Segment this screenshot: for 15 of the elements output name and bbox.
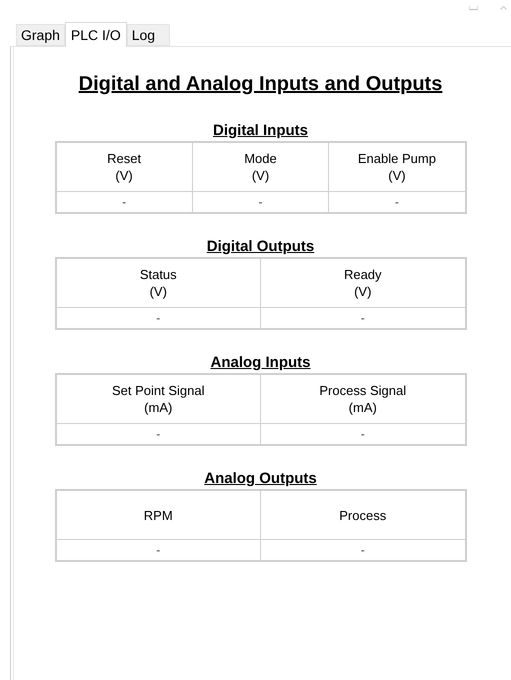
- column-header: RPM: [56, 490, 260, 540]
- caret-icon[interactable]: [500, 6, 507, 10]
- column-header: Status (V): [56, 258, 260, 308]
- section-title: Digital Outputs: [206, 238, 314, 255]
- tab[interactable]: PLC I/O: [64, 22, 127, 47]
- minimize-icon[interactable]: [469, 6, 478, 10]
- section-title: Digital Inputs: [213, 122, 308, 139]
- column-header: Set Point Signal (mA): [56, 374, 260, 424]
- section-title: Analog Outputs: [204, 470, 317, 487]
- page-title: Digital and Analog Inputs and Outputs: [78, 73, 442, 96]
- column-header: Reset (V): [56, 142, 192, 192]
- tab[interactable]: Graph: [16, 24, 65, 46]
- section-title: Analog Inputs: [210, 354, 310, 371]
- tab[interactable]: Log: [126, 24, 170, 46]
- column-header: Mode (V): [192, 142, 329, 192]
